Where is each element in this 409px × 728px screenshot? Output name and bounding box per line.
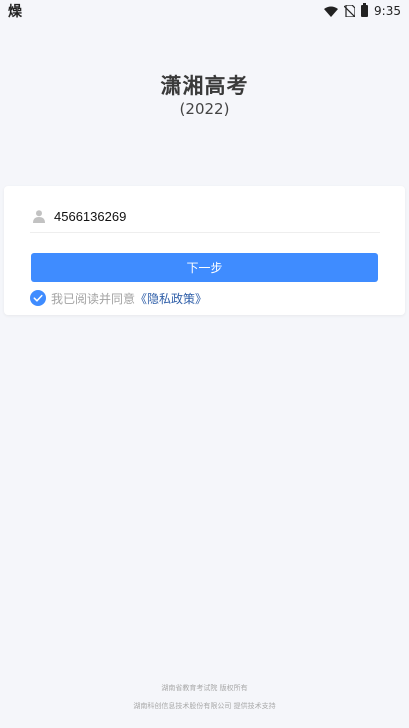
agree-text: 我已阅读并同意	[51, 291, 136, 306]
footer-copyright: 湖南省教育考试院 版权所有	[161, 684, 248, 692]
privacy-agreement-row: 我已阅读并同意 《隐私政策》	[30, 290, 207, 306]
phone-field-row	[30, 200, 380, 233]
phone-input[interactable]	[54, 208, 354, 224]
user-icon	[33, 210, 45, 223]
checkbox-checked-icon[interactable]	[30, 290, 46, 306]
status-bar: 燥 9:35	[0, 0, 409, 22]
status-icons: 9:35	[324, 3, 401, 18]
no-sim-icon	[344, 5, 356, 17]
footer-tech-support: 湖南科创信息技术股份有限公司 提供技术支持	[133, 702, 276, 710]
app-title: 潇湘高考	[160, 74, 249, 98]
login-card: 下一步 我已阅读并同意 《隐私政策》	[4, 186, 405, 315]
wifi-icon	[324, 6, 339, 17]
next-step-label: 下一步	[186, 261, 223, 275]
app-notification-icon: 燥	[8, 4, 22, 20]
battery-icon	[361, 3, 369, 17]
privacy-policy-link[interactable]: 《隐私政策》	[135, 290, 207, 307]
next-step-button[interactable]: 下一步	[31, 253, 378, 282]
app-year: (2022)	[179, 100, 230, 118]
status-time: 9:35	[374, 4, 401, 18]
